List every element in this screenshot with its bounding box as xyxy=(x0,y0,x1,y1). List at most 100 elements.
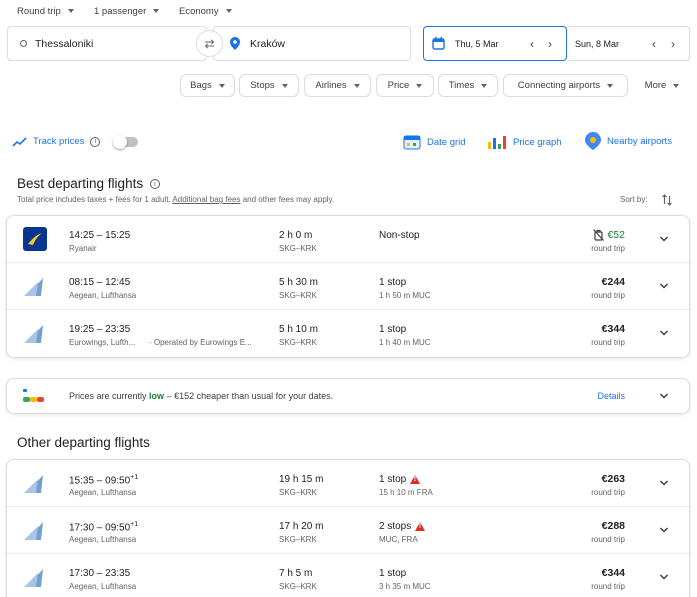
chevron-down-icon[interactable] xyxy=(659,234,669,244)
caret-down-icon xyxy=(153,9,160,13)
track-prices-label: Track prices xyxy=(33,136,85,147)
filter-chip-times[interactable]: Times xyxy=(438,74,498,97)
filter-chip-label: Times xyxy=(448,80,475,91)
aegean-logo xyxy=(24,325,43,343)
filter-chip-price[interactable]: Price xyxy=(376,74,434,97)
day-offset: +1 xyxy=(130,474,139,481)
chevron-down-icon[interactable] xyxy=(659,478,669,488)
bag-fees-link[interactable]: Additional bag fees xyxy=(172,195,240,204)
sort-by[interactable]: Sort by: xyxy=(620,195,648,204)
flight-route: SKG–KRK xyxy=(279,244,317,253)
flight-times: 17:30 – 23:35 xyxy=(69,568,130,579)
date-grid-icon xyxy=(403,135,421,150)
track-prices-toggle[interactable] xyxy=(113,135,138,149)
origin-field[interactable]: Thessaloniki xyxy=(7,26,207,61)
flight-row[interactable]: 15:35 – 09:50+1 Aegean, Lufthansa 19 h 1… xyxy=(7,460,689,507)
stop-detail: 15 h 10 m FRA xyxy=(379,488,433,497)
round-trip-label: round trip xyxy=(591,535,625,544)
sort-icon[interactable] xyxy=(662,194,672,206)
airline-name: Aegean, Lufthansa xyxy=(69,488,137,497)
cabin-select[interactable]: Economy xyxy=(179,4,232,18)
date-grid-label: Date grid xyxy=(427,136,466,148)
stops-text: 1 stop xyxy=(379,324,407,335)
date-grid-button[interactable]: Date grid xyxy=(403,134,466,150)
caret-down-icon xyxy=(225,9,232,13)
price-text: €288 xyxy=(601,520,625,532)
destination-field[interactable]: Kraków xyxy=(213,26,411,61)
chevron-down-icon[interactable] xyxy=(659,281,669,291)
flight-stops: 1 stop xyxy=(379,324,406,335)
info-icon: i xyxy=(149,179,160,190)
flight-times: 14:25 – 15:25 xyxy=(69,230,130,241)
price-text: €344 xyxy=(601,567,625,579)
prev-date-button[interactable]: ‹ xyxy=(530,37,534,51)
nearby-airports-button[interactable]: Nearby airports xyxy=(585,132,672,150)
filter-chip-connecting-airports[interactable]: Connecting airports xyxy=(503,74,628,97)
flight-row[interactable]: 19:25 – 23:35 Eurowings, Lufth... · Oper… xyxy=(7,310,689,357)
airline-name: Aegean, Lufthansa xyxy=(69,535,137,544)
return-date-field[interactable]: Sun, 8 Mar ‹ › xyxy=(568,26,690,61)
round-trip-label: round trip xyxy=(591,338,625,347)
flight-row[interactable]: 14:25 – 15:25 Ryanair 2 h 0 m SKG–KRK No… xyxy=(7,216,689,263)
prev-return-date-button[interactable]: ‹ xyxy=(652,37,656,51)
times-text: 19:25 – 23:35 xyxy=(69,324,131,335)
flight-row[interactable]: 08:15 – 12:45 Aegean, Lufthansa 5 h 30 m… xyxy=(7,263,689,310)
price-graph-icon xyxy=(488,136,506,149)
chevron-down-icon[interactable] xyxy=(659,572,669,582)
origin-circle-icon xyxy=(20,40,27,47)
filter-chip-bags[interactable]: Bags xyxy=(180,74,235,97)
next-return-date-button[interactable]: › xyxy=(671,37,675,51)
stops-text: Non-stop xyxy=(379,230,420,241)
chevron-down-icon[interactable] xyxy=(659,525,669,535)
warning-icon xyxy=(410,475,421,484)
next-date-button[interactable]: › xyxy=(548,37,552,51)
flight-price: €52 xyxy=(593,229,625,241)
best-flights-card: 14:25 – 15:25 Ryanair 2 h 0 m SKG–KRK No… xyxy=(6,215,690,358)
ryanair-logo xyxy=(23,227,47,251)
price-insight-text: Prices are currently low – €152 cheaper … xyxy=(69,391,333,401)
return-date-value: Sun, 8 Mar xyxy=(575,38,620,49)
times-text: 17:30 – 23:35 xyxy=(69,568,131,579)
details-link[interactable]: Details xyxy=(597,391,625,401)
flight-duration: 5 h 10 m xyxy=(279,324,318,335)
airline-name: Eurowings, Lufth... xyxy=(69,338,136,347)
flight-route: SKG–KRK xyxy=(279,488,317,497)
flight-row[interactable]: 17:30 – 09:50+1 Aegean, Lufthansa 17 h 2… xyxy=(7,507,689,554)
caret-down-icon xyxy=(607,83,614,88)
trip-type-select[interactable]: Round trip xyxy=(17,4,74,18)
price-insight-card[interactable]: Prices are currently low – €152 cheaper … xyxy=(6,378,690,414)
flight-row[interactable]: 17:30 – 23:35 Aegean, Lufthansa 7 h 5 m … xyxy=(7,554,689,597)
aegean-logo xyxy=(24,522,43,540)
flight-price: €344 xyxy=(602,567,625,579)
chevron-down-icon[interactable] xyxy=(659,391,669,401)
stop-detail: MUC, FRA xyxy=(379,535,418,544)
flight-duration: 5 h 30 m xyxy=(279,277,318,288)
passengers-select[interactable]: 1 passenger xyxy=(94,4,160,18)
filter-chip-stops[interactable]: Stops xyxy=(239,74,299,97)
flight-stops: Non-stop xyxy=(379,230,420,241)
more-filters-button[interactable]: More xyxy=(634,74,690,97)
flight-price: €288 xyxy=(602,520,625,532)
chevron-down-icon[interactable] xyxy=(659,328,669,338)
stops-text: 1 stop xyxy=(379,568,407,579)
subtitle-text: and other fees may apply. xyxy=(242,195,335,204)
flight-times: 17:30 – 09:50+1 xyxy=(69,521,138,533)
insight-pre: Prices are currently xyxy=(69,391,147,401)
depart-date-field[interactable]: Thu, 5 Mar ‹ › xyxy=(423,26,567,61)
swap-button[interactable]: ⇄ xyxy=(196,30,223,57)
aegean-logo xyxy=(24,569,43,587)
other-flights-title: Other departing flights xyxy=(17,435,150,450)
caret-down-icon xyxy=(218,83,225,88)
airline-name: Ryanair xyxy=(69,244,97,253)
cabin-label: Economy xyxy=(179,5,219,17)
track-prices[interactable]: Track prices i xyxy=(12,136,101,147)
stops-text: 2 stops xyxy=(379,521,412,532)
swap-arrows-icon: ⇄ xyxy=(204,36,215,51)
caret-down-icon xyxy=(481,83,488,88)
price-graph-button[interactable]: Price graph xyxy=(487,134,562,150)
filter-chip-airlines[interactable]: Airlines xyxy=(304,74,371,97)
flight-stops: 2 stops xyxy=(379,521,426,532)
filter-chip-label: Price xyxy=(387,80,410,91)
best-flights-heading: Best departing flights i xyxy=(17,176,160,191)
stops-text: 1 stop xyxy=(379,277,407,288)
